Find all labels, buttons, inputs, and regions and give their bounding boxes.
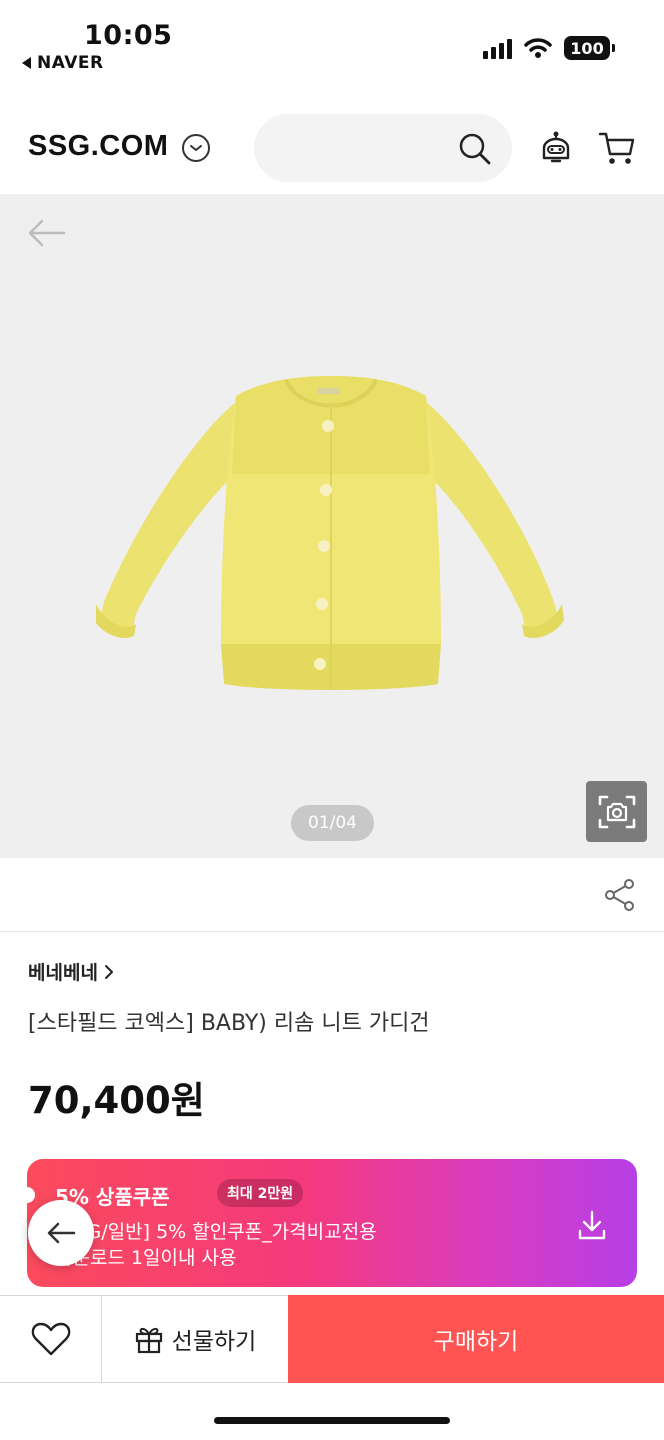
heart-icon xyxy=(31,1322,70,1356)
battery-icon: 100 xyxy=(564,36,615,60)
chevron-right-icon xyxy=(104,964,113,979)
image-search-icon xyxy=(598,795,635,828)
back-to-app-link[interactable]: NAVER xyxy=(22,53,104,73)
gift-label: 선물하기 xyxy=(171,1329,257,1355)
gift-button[interactable]: 선물하기 xyxy=(102,1296,288,1382)
back-triangle-icon xyxy=(22,57,31,69)
wifi-icon xyxy=(524,38,552,58)
coupon-notch xyxy=(27,1187,35,1203)
ssg-logo[interactable]: SSG.COM xyxy=(28,130,168,163)
battery-level: 100 xyxy=(570,38,604,58)
gift-icon xyxy=(135,1327,162,1354)
like-button[interactable] xyxy=(0,1296,102,1382)
status-icons: 100 xyxy=(483,36,615,60)
product-name: [스타필드 코엑스] BABY) 리솜 니트 가디건 xyxy=(28,1011,430,1036)
arrow-left-icon xyxy=(47,1222,76,1244)
product-image xyxy=(96,376,564,690)
coupon-max-badge: 최대 2만원 xyxy=(217,1179,304,1207)
search-icon[interactable] xyxy=(458,132,492,166)
bot-icon[interactable] xyxy=(538,130,574,166)
image-search-button[interactable] xyxy=(586,781,647,842)
share-row xyxy=(0,858,664,932)
status-time: 10:05 xyxy=(84,20,173,51)
coupon-description: [SSG/일반] 5% 할인쿠폰_가격비교전용 xyxy=(55,1221,377,1243)
chevron-down-icon[interactable] xyxy=(182,134,210,162)
back-app-label: NAVER xyxy=(37,53,104,73)
site-header: SSG.COM xyxy=(0,108,664,188)
share-icon[interactable] xyxy=(604,878,636,912)
download-icon[interactable] xyxy=(577,1209,607,1241)
product-image-gallery[interactable]: 01/04 xyxy=(0,194,664,858)
back-arrow-icon[interactable] xyxy=(26,216,68,250)
product-price: 70,400원 xyxy=(28,1079,205,1122)
coupon-banner[interactable]: 5% 상품쿠폰 최대 2만원 [SSG/일반] 5% 할인쿠폰_가격비교전용 다… xyxy=(27,1159,637,1287)
home-indicator[interactable] xyxy=(214,1417,450,1424)
status-bar: 10:05 NAVER 100 xyxy=(0,0,664,90)
search-input[interactable] xyxy=(254,114,512,182)
brand-link[interactable]: 베네베네 xyxy=(28,958,114,985)
brand-name: 베네베네 xyxy=(28,962,98,984)
signal-icon xyxy=(483,37,512,59)
image-page-indicator: 01/04 xyxy=(291,805,374,841)
cart-icon[interactable] xyxy=(598,130,636,166)
bottom-action-bar: 선물하기 구매하기 xyxy=(0,1295,664,1383)
floating-back-button[interactable] xyxy=(28,1200,94,1266)
buy-button[interactable]: 구매하기 xyxy=(288,1295,664,1383)
